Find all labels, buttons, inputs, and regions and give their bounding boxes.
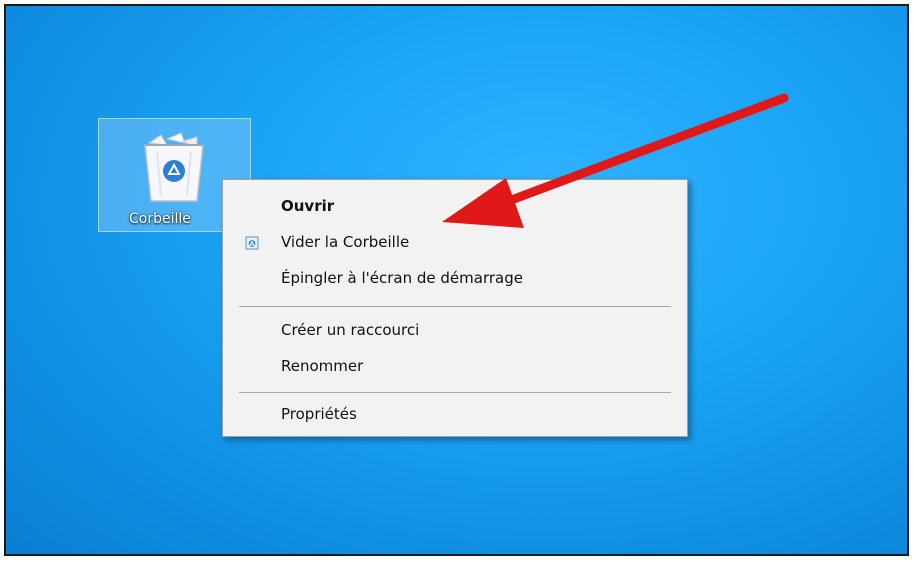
- screenshot-frame: Corbeille Ouvrir Vider la Corbeille Épin…: [4, 4, 909, 556]
- annotation-arrow-icon: [442, 93, 789, 228]
